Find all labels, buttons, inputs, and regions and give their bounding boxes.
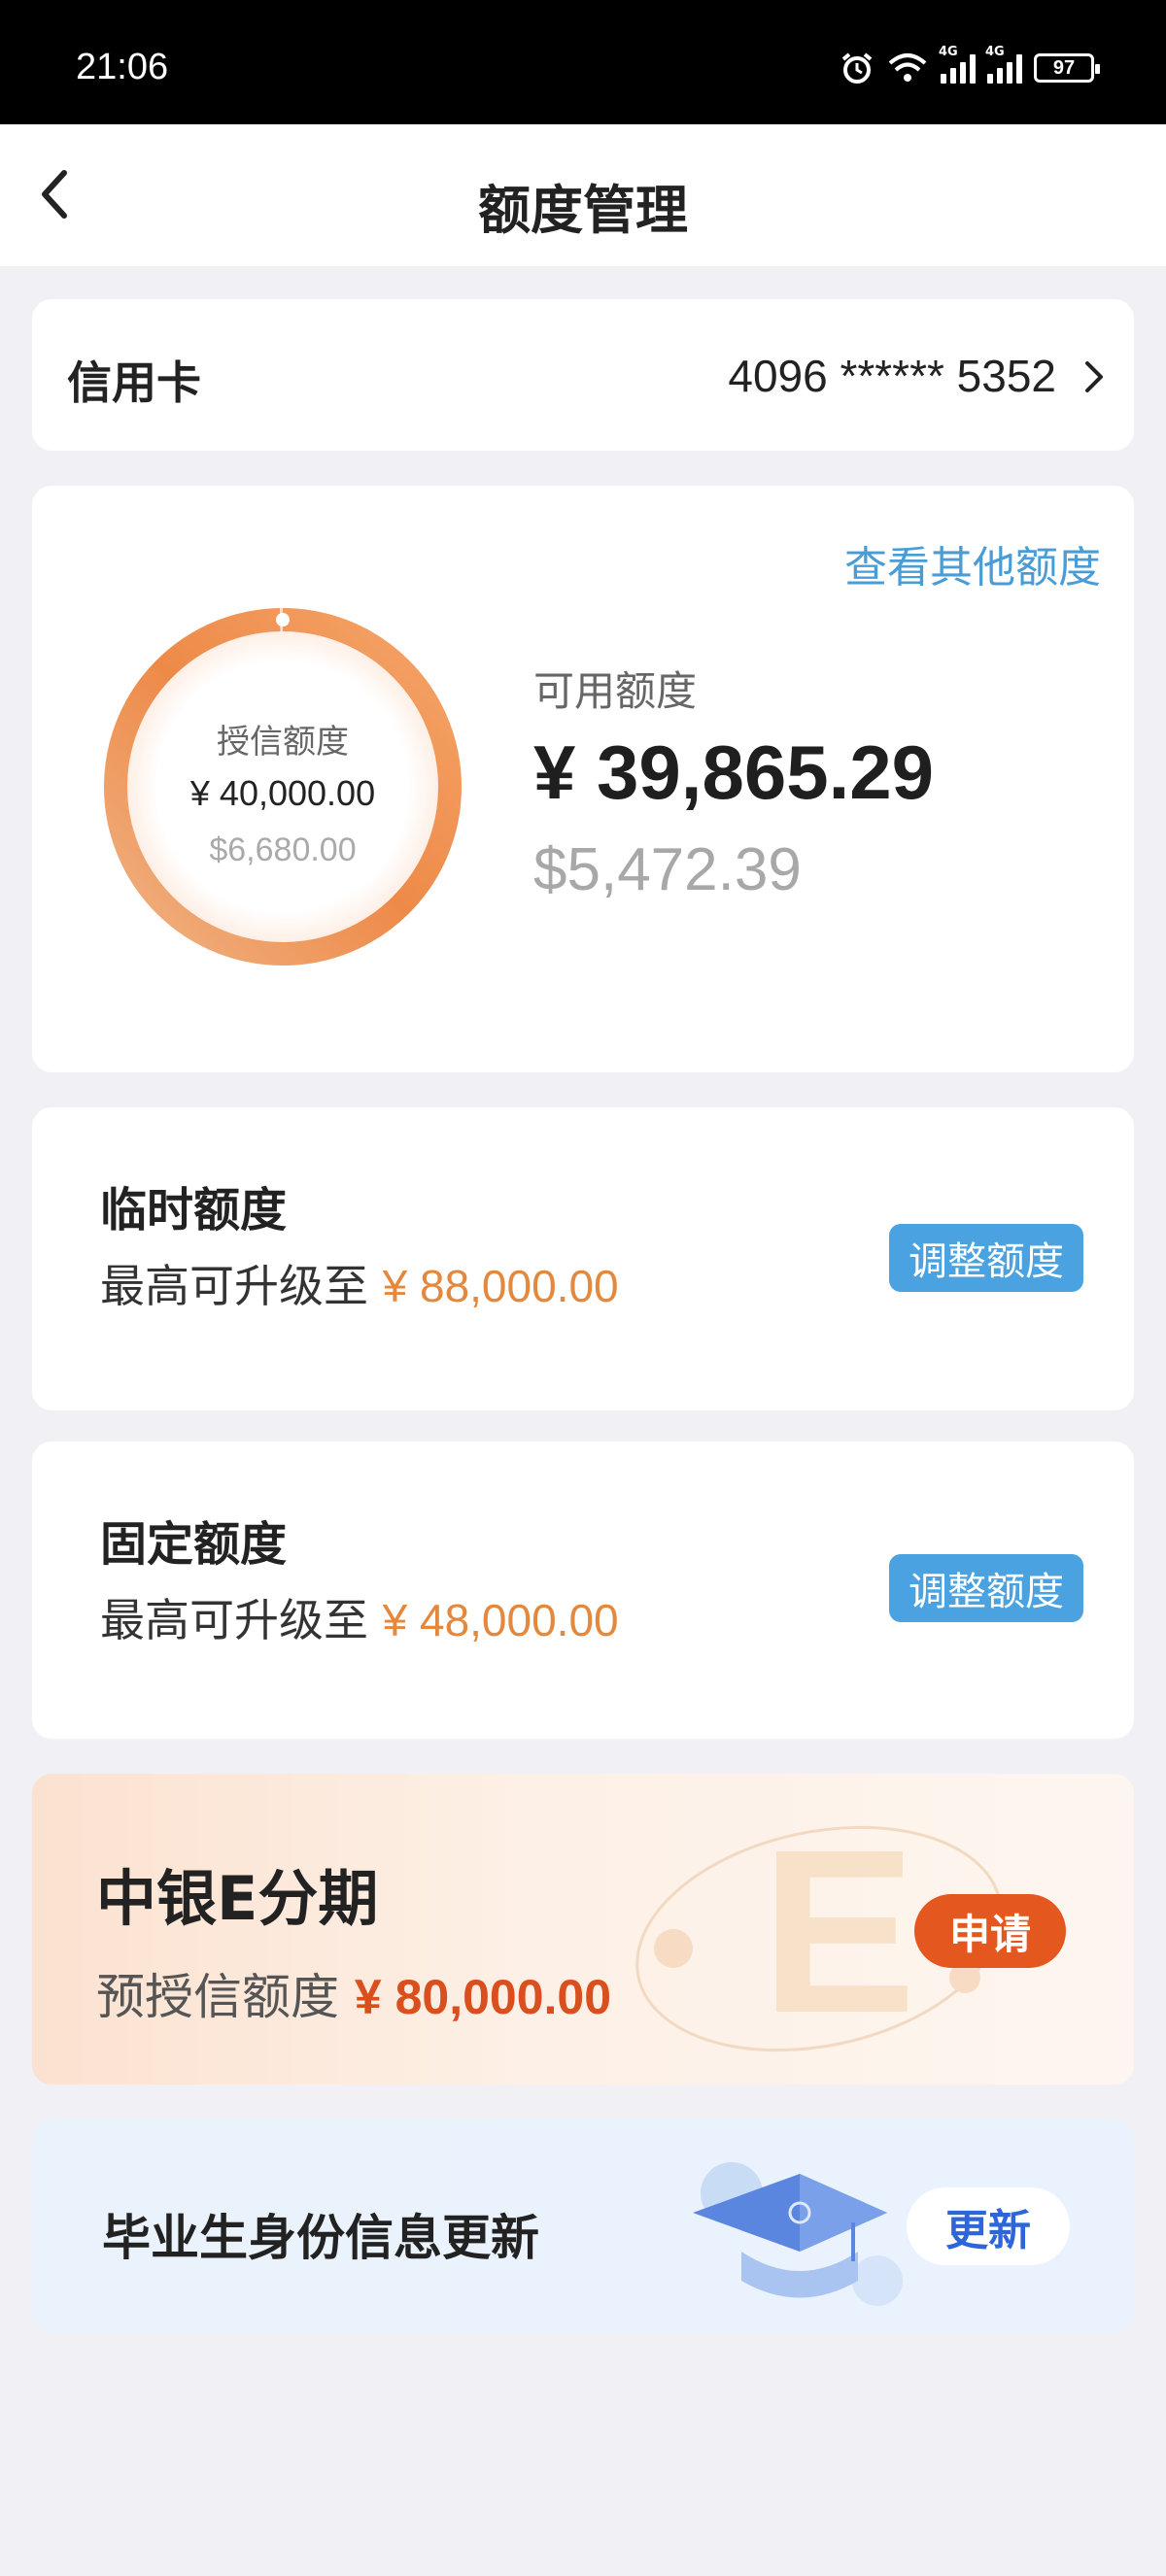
card-number: 4096 ****** 5352	[728, 351, 1056, 401]
temp-limit-card: 临时额度 最高可升级至 ¥ 88,000.00 调整额度	[32, 1107, 1134, 1410]
adjust-fixed-limit-button[interactable]: 调整额度	[889, 1554, 1083, 1622]
chevron-right-icon	[1085, 361, 1103, 392]
fixed-limit-prefix: 最高可升级至	[100, 1594, 368, 1646]
credit-limit-usd: $6,680.00	[209, 831, 357, 868]
card-type-label: 信用卡	[67, 356, 201, 409]
available-cny: ¥ 39,865.29	[533, 729, 935, 815]
network-type-2: 4G	[985, 45, 1005, 59]
signal-icon: 4G	[985, 45, 1022, 84]
credit-limit-label: 授信额度	[217, 723, 349, 762]
fixed-limit-title: 固定额度	[100, 1517, 288, 1572]
available-usd: $5,472.39	[533, 836, 802, 903]
card-selector[interactable]: 信用卡 4096 ****** 5352	[32, 299, 1134, 451]
signal-icon: 4G	[939, 45, 976, 84]
graduate-title: 毕业生身份信息更新	[102, 2210, 539, 2266]
status-time: 21:06	[76, 47, 169, 87]
e-installment-title: 中银E分期	[96, 1863, 379, 1934]
update-button[interactable]: 更新	[907, 2187, 1070, 2265]
page-title: 额度管理	[478, 180, 688, 241]
wifi-icon	[888, 53, 927, 82]
temp-limit-amount: ¥ 88,000.00	[382, 1261, 619, 1311]
graduation-cap-icon	[693, 2162, 903, 2306]
fixed-limit-amount: ¥ 48,000.00	[382, 1595, 619, 1645]
svg-text:E: E	[761, 1801, 916, 2061]
other-limits-link[interactable]: 查看其他额度	[844, 532, 1101, 594]
e-installment-desc: 预授信额度 ¥ 80,000.00	[96, 1958, 611, 2028]
e-installment-card[interactable]: E 中银E分期 预授信额度 ¥ 80,000.00 申请	[32, 1774, 1134, 2085]
network-type-1: 4G	[939, 45, 958, 59]
apply-button[interactable]: 申请	[914, 1894, 1066, 1968]
temp-limit-prefix: 最高可升级至	[100, 1260, 368, 1312]
status-bar: 21:06 4G 4G 97	[0, 0, 1166, 124]
nav-bar: 额度管理	[0, 124, 1166, 266]
graduate-update-card[interactable]: 毕业生身份信息更新 更新	[32, 2119, 1134, 2333]
alarm-icon	[841, 52, 873, 84]
e-installment-prefix: 预授信额度	[96, 1969, 339, 2025]
ring-center-text: 授信额度 ¥ 40,000.00 $6,680.00	[98, 602, 467, 971]
available-label: 可用额度	[533, 667, 698, 715]
battery-icon: 97	[1034, 53, 1100, 83]
limit-summary-card: 查看其他额度 授信额度 ¥ 40,000.00 $6,680.00 可用额度 ¥…	[32, 486, 1134, 1072]
adjust-temp-limit-button[interactable]: 调整额度	[889, 1224, 1083, 1292]
temp-limit-title: 临时额度	[100, 1183, 288, 1237]
temp-limit-desc: 最高可升级至 ¥ 88,000.00	[100, 1251, 619, 1315]
fixed-limit-desc: 最高可升级至 ¥ 48,000.00	[100, 1585, 619, 1649]
fixed-limit-card: 固定额度 最高可升级至 ¥ 48,000.00 调整额度	[32, 1441, 1134, 1739]
status-icons: 4G 4G 97	[840, 45, 1100, 87]
credit-limit-cny: ¥ 40,000.00	[189, 773, 376, 813]
e-installment-amount: ¥ 80,000.00	[354, 1970, 612, 2024]
